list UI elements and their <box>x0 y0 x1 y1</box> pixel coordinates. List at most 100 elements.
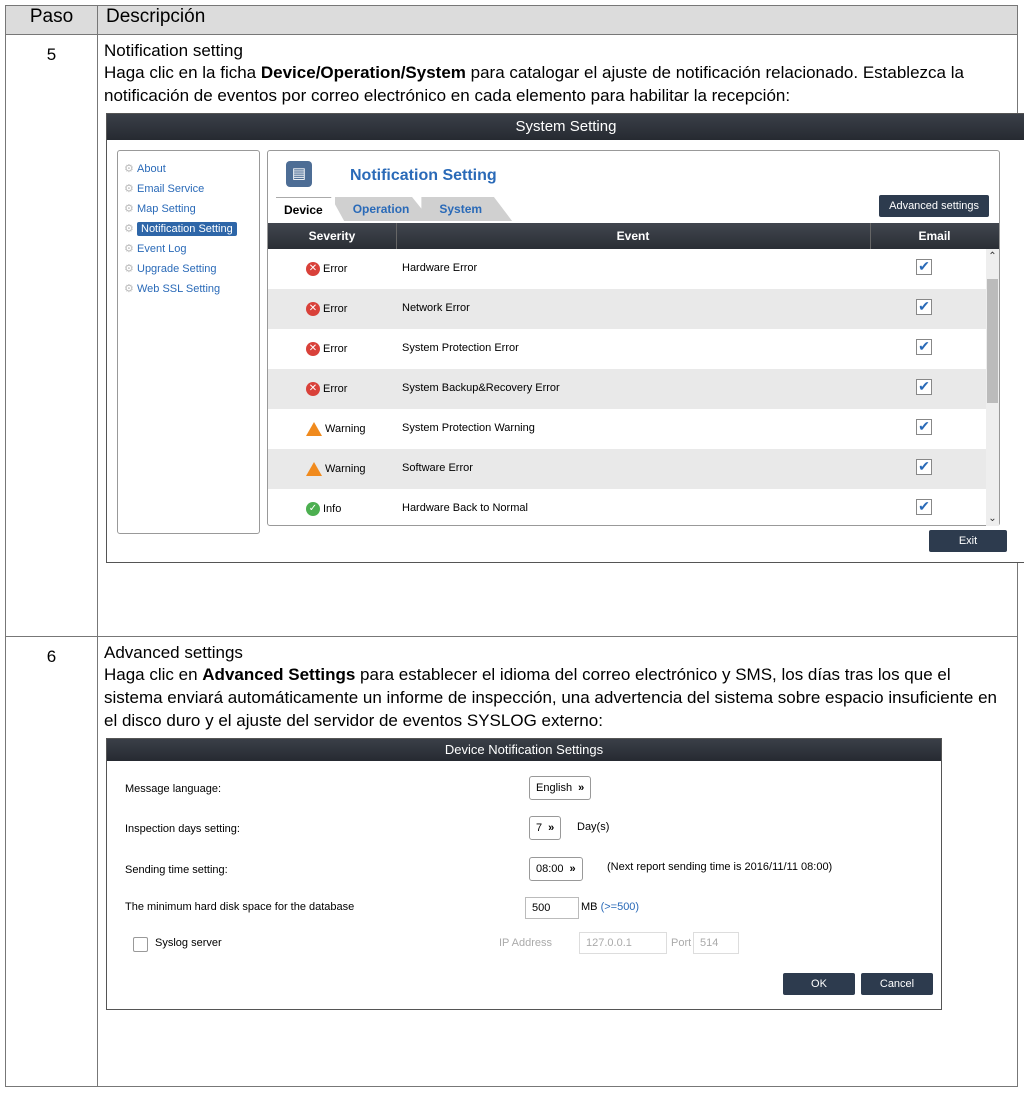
email-checkbox[interactable]: ✔ <box>916 299 932 315</box>
column-severity: Severity <box>268 223 397 249</box>
exit-button[interactable]: Exit <box>929 530 1007 552</box>
severity-cell: ✕ Error <box>306 382 347 396</box>
document: Paso Descripción 5 Notification setting … <box>5 5 1024 1095</box>
tab-bar: Device Operation System <box>276 197 513 222</box>
settings-sidebar: ⚙ About ⚙ Email Service ⚙ Map Setting ⚙ Notific… <box>117 150 260 534</box>
steps-table: Paso Descripción 5 Notification setting … <box>5 5 1024 1087</box>
step-text-part: Haga clic en <box>104 665 203 684</box>
chevron-up-icon[interactable]: ⌃ <box>986 251 999 262</box>
disk-space-input[interactable]: 500 <box>525 897 579 919</box>
ip-address-input[interactable]: 127.0.0.1 <box>579 932 667 954</box>
next-report-note: (Next report sending time is 2016/11/11 … <box>607 861 833 873</box>
port-input[interactable]: 514 <box>693 932 739 954</box>
chevron-down-icon[interactable]: ⌄ <box>986 513 999 524</box>
sidebar-item-label: Notification Setting <box>137 222 237 236</box>
table-row: ✕ Error System Protection Error ✔ <box>268 329 986 369</box>
inspection-days-select[interactable]: 7» <box>529 816 562 840</box>
event-cell: Hardware Error <box>402 262 478 274</box>
error-icon: ✕ <box>306 382 320 396</box>
table-row: 6 Advanced settings Haga clic en Advance… <box>5 636 1018 1087</box>
advanced-settings-button[interactable]: Advanced settings <box>879 195 989 217</box>
gear-icon: ⚙ <box>124 163 134 175</box>
sidebar-item-label: Web SSL Setting <box>137 283 221 295</box>
error-icon: ✕ <box>306 262 320 276</box>
severity-label: Info <box>323 502 342 515</box>
severity-label: Error <box>323 342 348 355</box>
sidebar-item-web-ssl-setting[interactable]: ⚙ Web SSL Setting <box>118 279 259 299</box>
step-text: Haga clic en Advanced Settings para esta… <box>104 663 1009 732</box>
step-text-bold: Advanced Settings <box>202 665 356 684</box>
sidebar-item-label: Upgrade Setting <box>137 263 217 275</box>
message-language-select[interactable]: English » <box>529 776 592 800</box>
table-row: ✕ Error Hardware Error ✔ <box>268 249 986 289</box>
sidebar-item-label: About <box>137 163 166 175</box>
selected-value: 7 <box>536 822 543 834</box>
email-checkbox[interactable]: ✔ <box>916 459 932 475</box>
system-setting-window: System Setting ⚙ About ⚙ Email Service ⚙ Map … <box>106 113 1024 563</box>
inspection-days-label: Inspection days setting: <box>125 823 240 835</box>
grid-body: ✕ Error Hardware Error ✔ ✕ Error Network Error… <box>268 249 986 526</box>
sidebar-item-upgrade-setting[interactable]: ⚙ Upgrade Setting <box>118 259 259 279</box>
sidebar-item-notification-setting[interactable]: ⚙ Notification Setting <box>118 219 259 239</box>
gear-icon: ⚙ <box>124 283 134 295</box>
sidebar-item-map-setting[interactable]: ⚙ Map Setting <box>118 199 259 219</box>
sidebar-item-email-service[interactable]: ⚙ Email Service <box>118 179 259 199</box>
severity-cell: ✓ Info <box>306 502 341 516</box>
double-chevron-down-icon: » <box>548 822 555 834</box>
email-checkbox[interactable]: ✔ <box>916 339 932 355</box>
step-description: Notification setting Haga clic en la fic… <box>97 34 1024 637</box>
vertical-scrollbar[interactable]: ⌃ ⌄ <box>986 249 999 526</box>
disk-space-hint: (>=500) <box>600 901 640 913</box>
step-text: Haga clic en la ficha Device/Operation/S… <box>104 61 1009 107</box>
disk-space-label: The minimum hard disk space for the data… <box>125 901 355 913</box>
step-description: Advanced settings Haga clic en Advanced … <box>97 636 1018 1087</box>
double-chevron-down-icon: » <box>569 863 576 875</box>
cancel-button[interactable]: Cancel <box>861 973 933 995</box>
sidebar-item-about[interactable]: ⚙ About <box>118 159 259 179</box>
ok-button[interactable]: OK <box>783 973 855 995</box>
tab-device[interactable]: Device <box>276 197 345 222</box>
selected-value: English <box>536 782 573 794</box>
table-row: Warning Software Error ✔ <box>268 449 986 489</box>
warning-icon <box>306 462 322 476</box>
event-cell: Software Error <box>402 462 473 474</box>
severity-label: Error <box>323 382 348 395</box>
email-checkbox[interactable]: ✔ <box>916 419 932 435</box>
email-checkbox[interactable]: ✔ <box>916 499 932 515</box>
scroll-thumb[interactable] <box>987 279 998 403</box>
gear-icon: ⚙ <box>124 263 134 275</box>
window-title: Device Notification Settings <box>107 739 941 761</box>
tab-system[interactable]: System <box>421 197 513 221</box>
gear-icon: ⚙ <box>124 203 134 215</box>
sidebar-item-event-log[interactable]: ⚙ Event Log <box>118 239 259 259</box>
severity-label: Error <box>323 262 348 275</box>
table-row: ✓ Info Hardware Back to Normal ✔ <box>268 489 986 526</box>
window-title: System Setting <box>107 114 1024 140</box>
notification-grid: Severity Event Email ✕ Error Hardware Erro… <box>268 223 999 526</box>
syslog-checkbox[interactable] <box>133 937 148 952</box>
table-row: ✕ Error Network Error ✔ <box>268 289 986 329</box>
sending-time-label: Sending time setting: <box>125 864 228 876</box>
notification-panel: ▤ Notification Setting Device Operation … <box>267 150 1000 526</box>
header-paso: Paso <box>5 5 98 35</box>
severity-cell: ✕ Error <box>306 302 347 316</box>
panel-title: Notification Setting <box>350 167 497 184</box>
info-check-icon: ✓ <box>306 502 320 516</box>
message-language-label: Message language: <box>125 783 222 795</box>
severity-label: Warning <box>325 462 366 475</box>
event-cell: System Protection Error <box>402 342 519 354</box>
sending-time-select[interactable]: 08:00 » <box>529 857 583 881</box>
error-icon: ✕ <box>306 342 320 356</box>
severity-cell: Warning <box>306 422 366 436</box>
email-checkbox[interactable]: ✔ <box>916 259 932 275</box>
double-chevron-down-icon: » <box>578 782 585 794</box>
header-descripcion: Descripción <box>97 5 1018 35</box>
sidebar-item-label: Event Log <box>137 243 187 255</box>
table-row: Warning System Protection Warning ✔ <box>268 409 986 449</box>
email-checkbox[interactable]: ✔ <box>916 379 932 395</box>
table-row: 5 Notification setting Haga clic en la f… <box>5 34 1024 637</box>
event-cell: Hardware Back to Normal <box>402 502 528 514</box>
gear-icon: ⚙ <box>124 183 134 195</box>
step-text-part: Haga clic en la ficha <box>104 63 261 82</box>
tab-operation[interactable]: Operation <box>334 197 432 221</box>
